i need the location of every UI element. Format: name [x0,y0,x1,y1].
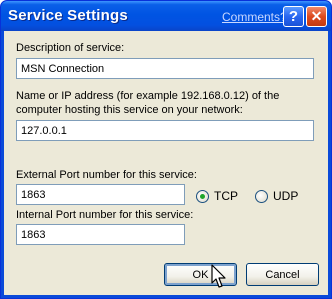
help-icon: ? [288,8,299,25]
udp-radio-label: UDP [273,189,299,203]
close-icon: ✕ [310,8,323,24]
description-input[interactable]: MSN Connection [16,58,314,79]
description-label: Description of service: [16,42,125,54]
udp-radio[interactable]: UDP [255,189,298,203]
address-label-line1: Name or IP address (for example 192.168.… [16,90,280,102]
address-input[interactable]: 127.0.0.1 [16,120,314,141]
window-title: Service Settings [8,7,128,24]
cancel-button-label: Cancel [265,268,300,281]
external-port-input[interactable]: 1863 [16,184,185,205]
service-settings-dialog: Service Settings Comments? ? ✕ Descripti… [0,0,332,299]
comments-link[interactable]: Comments? [222,10,287,24]
internal-port-label: Internal Port number for this service: [16,209,194,221]
dialog-body: Description of service: MSN Connection N… [4,31,328,295]
ok-button-label: OK [192,268,209,281]
close-button[interactable]: ✕ [306,6,327,27]
tcp-radio[interactable]: TCP [196,189,238,203]
tcp-radio-indicator [196,189,209,203]
udp-radio-indicator [255,189,268,203]
address-label-line2: computer hosting this service on your ne… [16,104,243,116]
title-bar[interactable]: Service Settings Comments? ? ✕ [1,1,331,31]
cancel-button[interactable]: Cancel [246,263,319,286]
internal-port-input[interactable]: 1863 [16,224,185,245]
external-port-label: External Port number for this service: [16,169,197,181]
tcp-radio-label: TCP [214,189,238,203]
mouse-pointer-icon [211,264,226,288]
help-button[interactable]: ? [283,6,304,27]
